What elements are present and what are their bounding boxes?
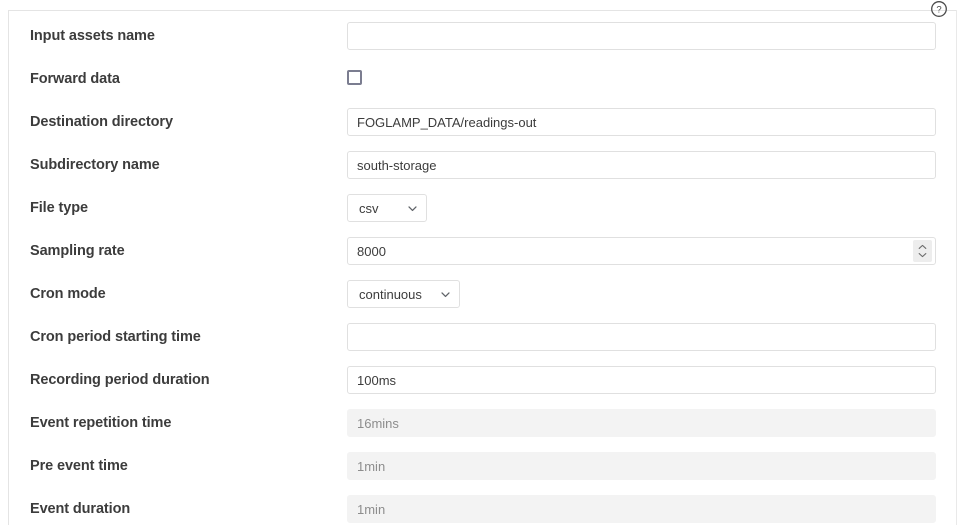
field-label-file-type: File type — [30, 198, 88, 218]
input-event-duration — [347, 495, 936, 523]
input-pre-event-time — [347, 452, 936, 480]
field-control-cron-period-starting-time — [347, 323, 936, 351]
config-form-panel: ? Input assets nameForward dataDestinati… — [0, 0, 965, 525]
number-field-sampling-rate — [347, 237, 936, 265]
field-label-input-assets-name: Input assets name — [30, 26, 155, 46]
form-row: Destination directory — [9, 112, 956, 155]
input-cron-period-starting-time[interactable] — [347, 323, 936, 351]
chevron-down-icon — [407, 203, 418, 214]
field-control-destination-directory — [347, 108, 936, 136]
input-destination-directory[interactable] — [347, 108, 936, 136]
field-control-subdirectory-name — [347, 151, 936, 179]
field-control-file-type: csv — [347, 194, 427, 222]
field-label-event-duration: Event duration — [30, 499, 130, 519]
field-control-forward-data — [347, 70, 362, 85]
field-label-cron-mode: Cron mode — [30, 284, 106, 304]
field-control-cron-mode: continuous — [347, 280, 460, 308]
field-label-sampling-rate: Sampling rate — [30, 241, 125, 261]
input-subdirectory-name[interactable] — [347, 151, 936, 179]
select-cron-mode[interactable]: continuous — [347, 280, 460, 308]
input-sampling-rate[interactable] — [347, 237, 936, 265]
select-value-file-type: csv — [359, 201, 379, 216]
input-recording-period-duration[interactable] — [347, 366, 936, 394]
form-row: Subdirectory name — [9, 155, 956, 198]
field-control-input-assets-name — [347, 22, 936, 50]
form-row: Forward data — [9, 69, 956, 112]
chevron-up-icon — [918, 244, 927, 250]
field-label-subdirectory-name: Subdirectory name — [30, 155, 160, 175]
form-row: Sampling rate — [9, 241, 956, 284]
field-label-destination-directory: Destination directory — [30, 112, 173, 132]
field-label-recording-period-duration: Recording period duration — [30, 370, 210, 390]
chevron-down-icon — [918, 252, 927, 258]
field-control-event-duration — [347, 495, 936, 523]
form-row: File type csv — [9, 198, 956, 241]
form-row: Event duration — [9, 499, 956, 525]
field-control-recording-period-duration — [347, 366, 936, 394]
field-control-pre-event-time — [347, 452, 936, 480]
field-control-sampling-rate — [347, 237, 936, 265]
select-file-type[interactable]: csv — [347, 194, 427, 222]
field-label-pre-event-time: Pre event time — [30, 456, 128, 476]
field-label-forward-data: Forward data — [30, 69, 120, 89]
checkbox-forward-data[interactable] — [347, 70, 362, 85]
form-row: Cron period starting time — [9, 327, 956, 370]
field-label-event-repetition-time: Event repetition time — [30, 413, 171, 433]
form-row: Event repetition time — [9, 413, 956, 456]
settings-form: Input assets name Forward data Destination… — [9, 11, 956, 525]
form-row: Input assets name — [9, 26, 956, 69]
form-row: Recording period duration — [9, 370, 956, 413]
form-row: Pre event time — [9, 456, 956, 499]
input-input-assets-name[interactable] — [347, 22, 936, 50]
field-control-event-repetition-time — [347, 409, 936, 437]
number-stepper-sampling-rate[interactable] — [913, 240, 932, 262]
form-row: Cron mode continuous — [9, 284, 956, 327]
input-event-repetition-time — [347, 409, 936, 437]
field-label-cron-period-starting-time: Cron period starting time — [30, 327, 201, 347]
select-value-cron-mode: continuous — [359, 287, 422, 302]
chevron-down-icon — [440, 289, 451, 300]
panel-right-divider — [956, 10, 957, 525]
